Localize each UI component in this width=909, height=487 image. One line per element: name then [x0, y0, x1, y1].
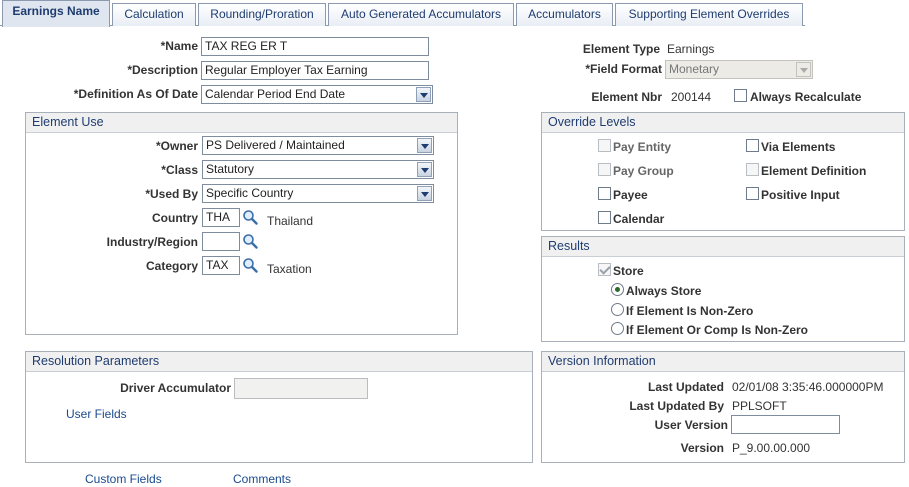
element-nbr-value: 200144 — [671, 90, 712, 104]
tab-calculation[interactable]: Calculation — [112, 3, 196, 26]
always-store-radio[interactable] — [611, 283, 624, 296]
results-title: Results — [542, 237, 904, 257]
always-recalculate-checkbox[interactable] — [734, 89, 747, 102]
resolution-parameters-title: Resolution Parameters — [26, 352, 532, 372]
non-zero-radio[interactable] — [611, 303, 624, 316]
payee-label: Payee — [613, 188, 648, 202]
element-use-title: Element Use — [26, 113, 457, 133]
tab-accumulators[interactable]: Accumulators — [516, 3, 613, 26]
driver-accumulator-label: Driver Accumulator — [120, 381, 231, 395]
always-store-label: Always Store — [626, 284, 702, 298]
version-label: Version — [680, 441, 724, 455]
category-description: Taxation — [267, 262, 312, 276]
via-elements-checkbox[interactable] — [746, 139, 759, 152]
positive-input-label: Positive Input — [761, 188, 840, 202]
name-label: *Name — [160, 39, 198, 53]
tab-earnings-name[interactable]: Earnings Name — [2, 0, 110, 27]
user-version-field[interactable] — [731, 415, 840, 434]
pay-entity-label: Pay Entity — [613, 140, 672, 154]
comments-link[interactable]: Comments — [233, 472, 291, 486]
calendar-label: Calendar — [613, 212, 665, 226]
user-fields-link[interactable]: User Fields — [66, 407, 127, 421]
element-type-value: Earnings — [667, 42, 715, 56]
non-zero-label: If Element Is Non-Zero — [626, 304, 754, 318]
industry-region-field[interactable] — [202, 232, 240, 251]
description-field[interactable]: Regular Employer Tax Earning — [201, 61, 429, 80]
version-value: P_9.00.00.000 — [732, 441, 811, 455]
chevron-down-icon[interactable] — [417, 138, 432, 153]
definition-date-value: Calendar Period End Date — [205, 87, 346, 101]
definition-date-label: *Definition As Of Date — [73, 87, 198, 101]
store-label: Store — [613, 264, 644, 278]
tab-auto-generated-accumulators[interactable]: Auto Generated Accumulators — [328, 3, 514, 26]
tab-bar: Earnings Name Calculation Rounding/Prora… — [0, 0, 909, 27]
definition-date-select[interactable]: Calendar Period End Date — [201, 85, 433, 104]
field-format-value: Monetary — [669, 62, 720, 76]
always-recalculate-label: Always Recalculate — [750, 90, 862, 104]
country-description: Thailand — [267, 214, 314, 228]
positive-input-checkbox[interactable] — [746, 187, 759, 200]
calendar-checkbox[interactable] — [598, 211, 611, 224]
field-format-select: Monetary — [665, 60, 813, 79]
description-label: *Description — [127, 63, 198, 77]
magnifier-lookup-icon[interactable] — [242, 209, 258, 225]
last-updated-value: 02/01/08 3:35:46.000000PM — [732, 380, 884, 394]
industry-region-label: Industry/Region — [106, 235, 198, 249]
payee-checkbox[interactable] — [598, 187, 611, 200]
country-field[interactable]: THA — [202, 208, 240, 227]
owner-select[interactable]: PS Delivered / Maintained — [202, 136, 434, 155]
class-select[interactable]: Statutory — [202, 160, 434, 179]
last-updated-by-value: PPLSOFT — [732, 399, 787, 413]
owner-label: *Owner — [155, 139, 198, 153]
element-definition-checkbox — [746, 163, 759, 176]
chevron-down-icon — [796, 62, 811, 77]
field-format-label: *Field Format — [585, 62, 662, 76]
version-information-title: Version Information — [542, 352, 904, 372]
element-nbr-label: Element Nbr — [591, 90, 662, 104]
used-by-select[interactable]: Specific Country — [202, 184, 434, 203]
last-updated-label: Last Updated — [647, 380, 724, 394]
class-value: Statutory — [206, 162, 255, 176]
class-label: *Class — [161, 163, 198, 177]
tab-supporting-element-overrides[interactable]: Supporting Element Overrides — [615, 3, 803, 26]
country-label: Country — [152, 211, 198, 225]
comp-non-zero-label: If Element Or Comp Is Non-Zero — [626, 323, 809, 337]
element-type-label: Element Type — [582, 42, 660, 56]
element-definition-label: Element Definition — [761, 164, 867, 178]
chevron-down-icon[interactable] — [417, 162, 432, 177]
pay-group-label: Pay Group — [613, 164, 674, 178]
store-checkbox — [598, 263, 611, 276]
driver-accumulator-field — [234, 378, 368, 399]
user-version-label: User Version — [654, 418, 728, 432]
custom-fields-link[interactable]: Custom Fields — [85, 472, 162, 486]
pay-group-checkbox — [598, 163, 611, 176]
category-label: Category — [145, 259, 198, 273]
tab-rounding-proration[interactable]: Rounding/Proration — [198, 3, 326, 26]
owner-value: PS Delivered / Maintained — [206, 138, 345, 152]
magnifier-lookup-icon[interactable] — [242, 233, 258, 249]
used-by-value: Specific Country — [206, 186, 294, 200]
chevron-down-icon[interactable] — [417, 186, 432, 201]
comp-non-zero-radio[interactable] — [611, 322, 624, 335]
last-updated-by-label: Last Updated By — [629, 399, 724, 413]
magnifier-lookup-icon[interactable] — [242, 257, 258, 273]
via-elements-label: Via Elements — [761, 140, 836, 154]
pay-entity-checkbox — [598, 139, 611, 152]
override-levels-title: Override Levels — [542, 113, 904, 133]
name-field[interactable]: TAX REG ER T — [201, 37, 429, 56]
used-by-label: *Used By — [145, 187, 198, 201]
category-field[interactable]: TAX — [202, 256, 240, 275]
chevron-down-icon[interactable] — [416, 87, 431, 102]
